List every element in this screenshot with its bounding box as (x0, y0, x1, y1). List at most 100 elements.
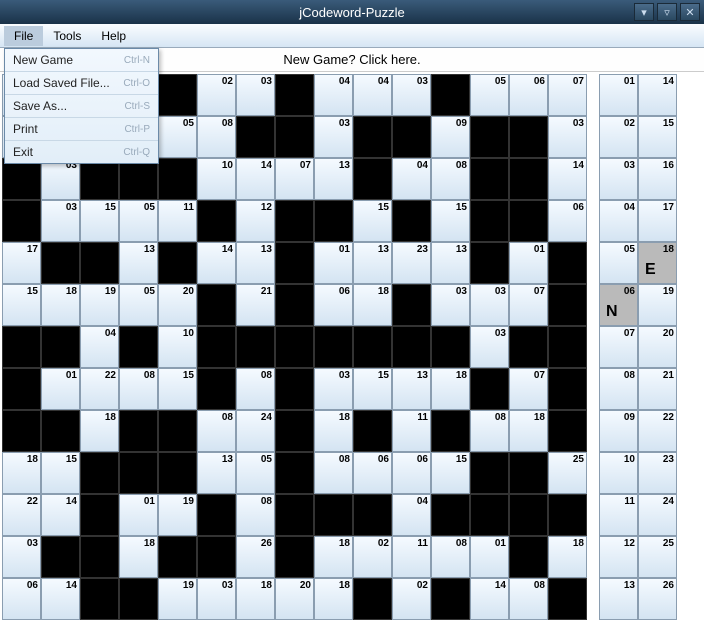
grid-cell[interactable]: 03 (2, 536, 41, 578)
key-cell[interactable]: 09 (599, 410, 638, 452)
key-cell[interactable]: 21 (638, 368, 677, 410)
grid-cell[interactable]: 11 (158, 200, 197, 242)
key-cell[interactable]: 13 (599, 578, 638, 620)
grid-cell[interactable]: 19 (80, 284, 119, 326)
grid-cell[interactable]: 05 (470, 74, 509, 116)
grid-cell[interactable]: 15 (353, 368, 392, 410)
grid-cell[interactable]: 12 (236, 200, 275, 242)
grid-cell[interactable]: 11 (392, 410, 431, 452)
grid-cell[interactable]: 05 (158, 116, 197, 158)
grid-cell[interactable]: 07 (275, 158, 314, 200)
grid-cell[interactable]: 08 (431, 536, 470, 578)
grid-cell[interactable]: 03 (470, 326, 509, 368)
grid-cell[interactable]: 03 (41, 200, 80, 242)
grid-cell[interactable]: 13 (119, 242, 158, 284)
key-cell[interactable]: 19 (638, 284, 677, 326)
grid-cell[interactable]: 03 (314, 116, 353, 158)
key-cell[interactable]: 25 (638, 536, 677, 578)
grid-cell[interactable]: 14 (41, 494, 80, 536)
grid-cell[interactable]: 13 (314, 158, 353, 200)
grid-cell[interactable]: 08 (236, 494, 275, 536)
grid-cell[interactable]: 13 (236, 242, 275, 284)
file-menu-save-as-[interactable]: Save As...Ctrl-S (5, 95, 158, 118)
grid-cell[interactable]: 15 (80, 200, 119, 242)
grid-cell[interactable]: 05 (119, 200, 158, 242)
grid-cell[interactable]: 06 (353, 452, 392, 494)
grid-cell[interactable]: 10 (158, 326, 197, 368)
key-cell[interactable]: 05 (599, 242, 638, 284)
key-cell[interactable]: 10 (599, 452, 638, 494)
grid-cell[interactable]: 18 (314, 410, 353, 452)
grid-cell[interactable]: 18 (509, 410, 548, 452)
key-cell[interactable]: 02 (599, 116, 638, 158)
grid-cell[interactable]: 03 (236, 74, 275, 116)
grid-cell[interactable]: 13 (197, 452, 236, 494)
grid-cell[interactable]: 21 (236, 284, 275, 326)
grid-cell[interactable]: 20 (158, 284, 197, 326)
key-cell[interactable]: 07 (599, 326, 638, 368)
grid-cell[interactable]: 18 (314, 536, 353, 578)
grid-cell[interactable]: 03 (41, 158, 80, 200)
grid-cell[interactable]: 14 (197, 242, 236, 284)
grid-cell[interactable]: 01 (119, 494, 158, 536)
grid-cell[interactable]: 19 (158, 578, 197, 620)
grid-cell[interactable]: 08 (119, 368, 158, 410)
grid-cell[interactable]: 06 (314, 284, 353, 326)
grid-cell[interactable]: 11 (392, 536, 431, 578)
key-cell[interactable]: 06N (599, 284, 638, 326)
grid-cell[interactable]: 08 (470, 410, 509, 452)
grid-cell[interactable]: 18 (236, 578, 275, 620)
grid-cell[interactable]: 15 (431, 452, 470, 494)
grid-cell[interactable]: 01 (509, 242, 548, 284)
grid-cell[interactable]: 08 (197, 410, 236, 452)
grid-cell[interactable]: 04 (80, 326, 119, 368)
grid-cell[interactable]: 03 (197, 578, 236, 620)
key-cell[interactable]: 24 (638, 494, 677, 536)
menu-tools[interactable]: Tools (43, 26, 91, 46)
grid-cell[interactable]: 07 (548, 74, 587, 116)
grid-cell[interactable]: 04 (392, 494, 431, 536)
file-menu-new-game[interactable]: New GameCtrl-N (5, 49, 158, 72)
grid-cell[interactable]: 07 (509, 368, 548, 410)
grid-cell[interactable]: 22 (80, 368, 119, 410)
grid-cell[interactable]: 15 (158, 368, 197, 410)
grid-cell[interactable]: 06 (392, 452, 431, 494)
grid-cell[interactable]: 03 (548, 116, 587, 158)
grid-cell[interactable]: 26 (236, 536, 275, 578)
grid-cell[interactable]: 15 (2, 284, 41, 326)
key-cell[interactable]: 01 (599, 74, 638, 116)
grid-cell[interactable]: 09 (431, 116, 470, 158)
key-cell[interactable]: 04 (599, 200, 638, 242)
key-cell[interactable]: 23 (638, 452, 677, 494)
key-cell[interactable]: 11 (599, 494, 638, 536)
minimize-button[interactable]: ▾ (634, 3, 654, 21)
grid-cell[interactable]: 13 (431, 242, 470, 284)
grid-cell[interactable]: 20 (275, 578, 314, 620)
grid-cell[interactable]: 08 (197, 116, 236, 158)
grid-cell[interactable]: 08 (314, 452, 353, 494)
file-menu-print[interactable]: PrintCtrl-P (5, 118, 158, 141)
key-cell[interactable]: 15 (638, 116, 677, 158)
grid-cell[interactable]: 01 (314, 242, 353, 284)
close-button[interactable]: ✕ (680, 3, 700, 21)
grid-cell[interactable]: 03 (470, 284, 509, 326)
grid-cell[interactable]: 08 (509, 578, 548, 620)
grid-cell[interactable]: 22 (2, 494, 41, 536)
grid-cell[interactable]: 14 (548, 158, 587, 200)
grid-cell[interactable]: 14 (41, 578, 80, 620)
grid-cell[interactable]: 02 (197, 74, 236, 116)
grid-cell[interactable]: 02 (392, 578, 431, 620)
key-cell[interactable]: 12 (599, 536, 638, 578)
key-cell[interactable]: 26 (638, 578, 677, 620)
grid-cell[interactable]: 13 (353, 242, 392, 284)
grid-cell[interactable]: 24 (236, 410, 275, 452)
grid-cell[interactable]: 18 (353, 284, 392, 326)
grid-cell[interactable]: 04 (392, 158, 431, 200)
grid-cell[interactable]: 17 (2, 242, 41, 284)
key-cell[interactable]: 22 (638, 410, 677, 452)
grid-cell[interactable]: 15 (41, 452, 80, 494)
key-cell[interactable]: 16 (638, 158, 677, 200)
grid-cell[interactable]: 04 (353, 74, 392, 116)
grid-cell[interactable]: 18 (80, 410, 119, 452)
grid-cell[interactable]: 18 (119, 536, 158, 578)
